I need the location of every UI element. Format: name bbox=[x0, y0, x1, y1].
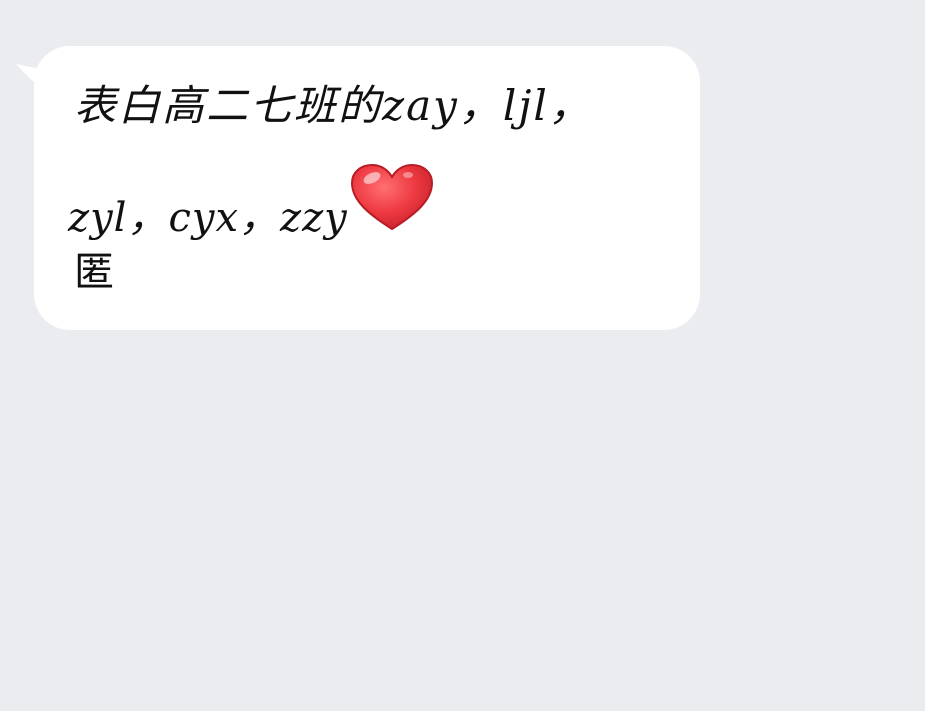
message-line-2-row: zyl，cyx，zzy bbox=[68, 163, 434, 242]
message-line-2: zyl，cyx，zzy bbox=[68, 195, 348, 241]
message-line-1: 表白高二七班的zay，ljl， bbox=[74, 81, 593, 130]
heart-icon bbox=[350, 163, 433, 231]
message-line-3: 匿 bbox=[74, 249, 115, 295]
chat-area: 表白高二七班的zay，ljl， zyl，cyx，zzy 匿 bbox=[0, 0, 925, 711]
